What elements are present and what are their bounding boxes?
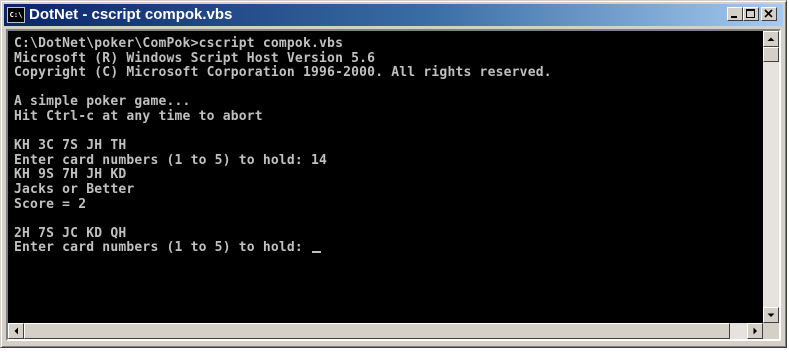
console-text: C:\DotNet\poker\ComPok>cscript compok.vb… [14,36,552,256]
arrow-down-icon [767,313,775,317]
console-line: Hit Ctrl-c at any time to abort [14,108,263,124]
console-line: Jacks or Better [14,181,135,197]
console-icon[interactable]: C:\ [7,7,25,23]
console-line: KH 3C 7S JH TH [14,138,127,154]
console-line: A simple poker game... [14,94,191,110]
console-window: C:\ DotNet - cscript compok.vbs C:\DotNe… [0,0,787,348]
scroll-up-button[interactable] [763,31,779,47]
scroll-left-button[interactable] [8,323,24,339]
console-line: Enter card numbers (1 to 5) to hold: 14 [14,152,328,168]
console-line: Copyright (C) Microsoft Corporation 1996… [14,65,552,81]
console-line: Enter card numbers (1 to 5) to hold: [14,241,552,256]
horizontal-scroll-thumb[interactable] [24,323,730,339]
window-title: DotNet - cscript compok.vbs [29,6,233,23]
console-client-area: C:\DotNet\poker\ComPok>cscript compok.vb… [6,29,781,341]
scrollbar-corner [763,323,779,339]
minimize-button[interactable] [727,7,743,21]
arrow-left-icon [14,327,18,335]
text-cursor [312,251,321,254]
scroll-down-button[interactable] [763,307,779,323]
arrow-right-icon [753,327,757,335]
console-line: 2H 7S JC KD QH [14,225,127,241]
horizontal-scrollbar[interactable] [8,323,763,339]
vertical-scrollbar[interactable] [763,31,779,323]
console-line: C:\DotNet\poker\ComPok>cscript compok.vb… [14,36,344,51]
console-line: Score = 2 [14,196,87,212]
title-bar[interactable]: C:\ DotNet - cscript compok.vbs [4,4,783,26]
scroll-right-button[interactable] [747,323,763,339]
vertical-scroll-thumb[interactable] [763,47,779,62]
close-button[interactable] [761,7,777,21]
maximize-button[interactable] [743,7,759,21]
maximize-icon [746,9,755,18]
arrow-up-icon [767,37,775,41]
console-line: Microsoft (R) Windows Script Host Versio… [14,50,376,66]
console-output[interactable]: C:\DotNet\poker\ComPok>cscript compok.vb… [8,31,763,323]
console-line: KH 9S 7H JH KD [14,167,127,183]
minimize-icon [731,16,737,18]
close-icon [764,9,773,18]
